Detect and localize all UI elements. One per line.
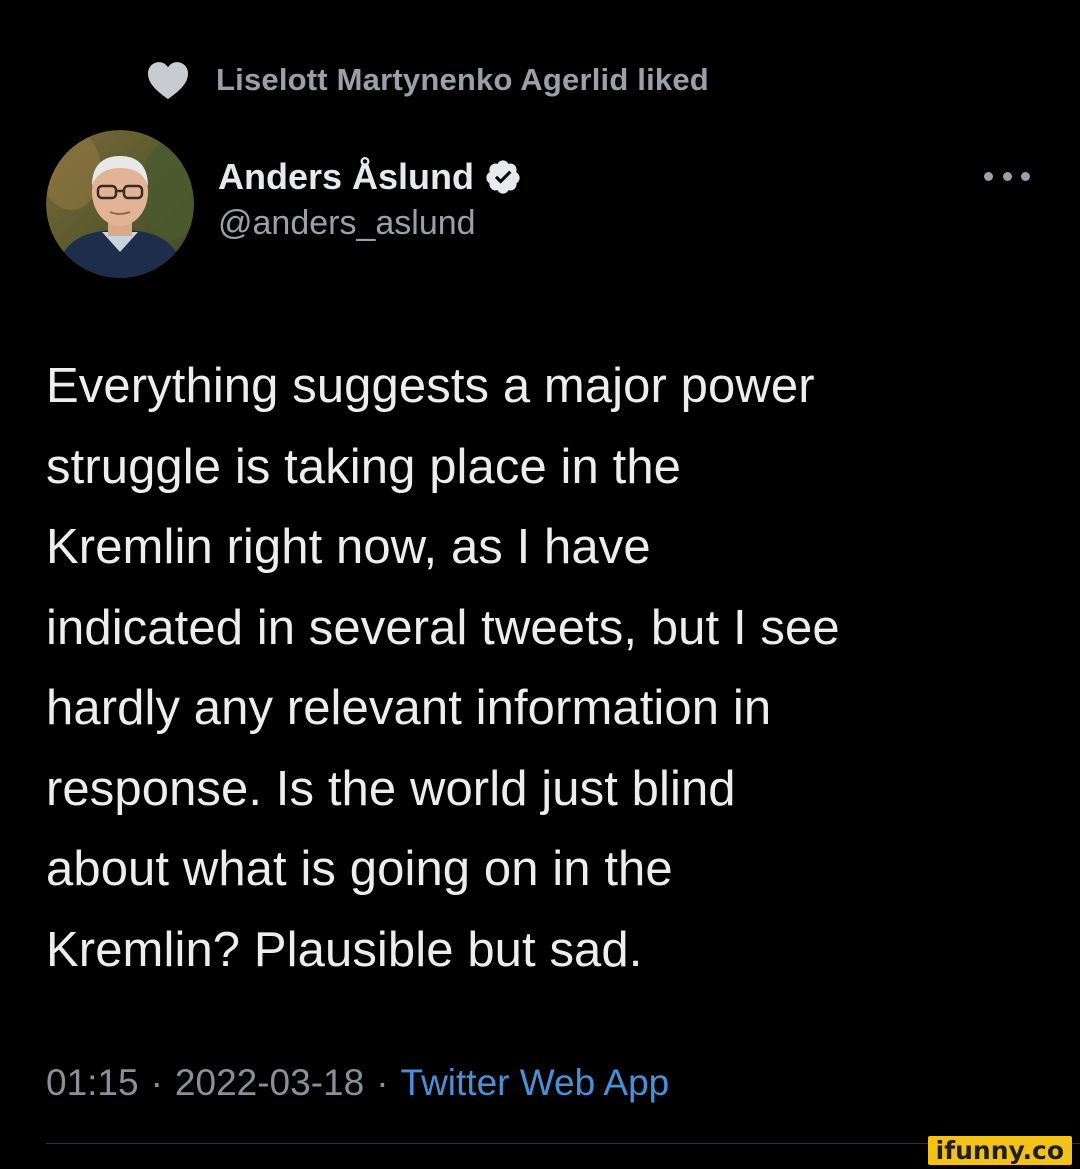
tweet-meta: 01:15 · 2022-03-18 · Twitter Web App — [46, 1058, 669, 1108]
tweet-source-link[interactable]: Twitter Web App — [401, 1062, 670, 1104]
handle[interactable]: @anders_aslund — [218, 204, 522, 243]
more-dot — [1002, 171, 1012, 181]
meta-separator: · — [150, 1062, 163, 1103]
heart-icon — [148, 62, 188, 100]
meta-separator: · — [376, 1062, 389, 1103]
tweet-text-line: response. Is the world just blind — [46, 761, 736, 816]
more-options-icon[interactable] — [984, 164, 1030, 188]
verified-badge-icon — [486, 160, 520, 194]
more-dot — [984, 171, 993, 181]
author-block: Anders Åslund @anders_aslund — [218, 152, 522, 243]
more-dot — [1021, 171, 1030, 181]
tweet-text-line: Kremlin? Plausible but sad. — [46, 922, 643, 977]
social-context: Liselott Martynenko Agerlid liked — [146, 58, 709, 102]
tweet-time[interactable]: 01:15 — [46, 1062, 139, 1104]
tweet-text-line: Everything suggests a major power — [46, 359, 815, 413]
tweet-text-line: indicated in several tweets, but I see — [46, 600, 840, 655]
tweet-text-line: hardly any relevant information in — [46, 681, 772, 735]
tweet-date[interactable]: 2022-03-18 — [175, 1062, 364, 1104]
tweet-text-line: about what is going on in the — [46, 842, 673, 896]
display-name[interactable]: Anders Åslund — [218, 156, 474, 198]
tweet-text-line: struggle is taking place in the — [46, 439, 682, 494]
tweet-text: Everything suggests a major power strugg… — [46, 346, 1046, 990]
watermark-logo: ifunny.co — [927, 1136, 1072, 1165]
tweet-card[interactable]: Liselott Martynenko Agerlid liked Anders… — [0, 0, 1080, 1169]
avatar[interactable] — [46, 130, 194, 278]
social-context-text[interactable]: Liselott Martynenko Agerlid liked — [216, 62, 709, 98]
name-row: Anders Åslund — [218, 152, 522, 202]
tweet-text-line: Kremlin right now, as I have — [46, 520, 651, 574]
divider — [46, 1143, 1080, 1144]
